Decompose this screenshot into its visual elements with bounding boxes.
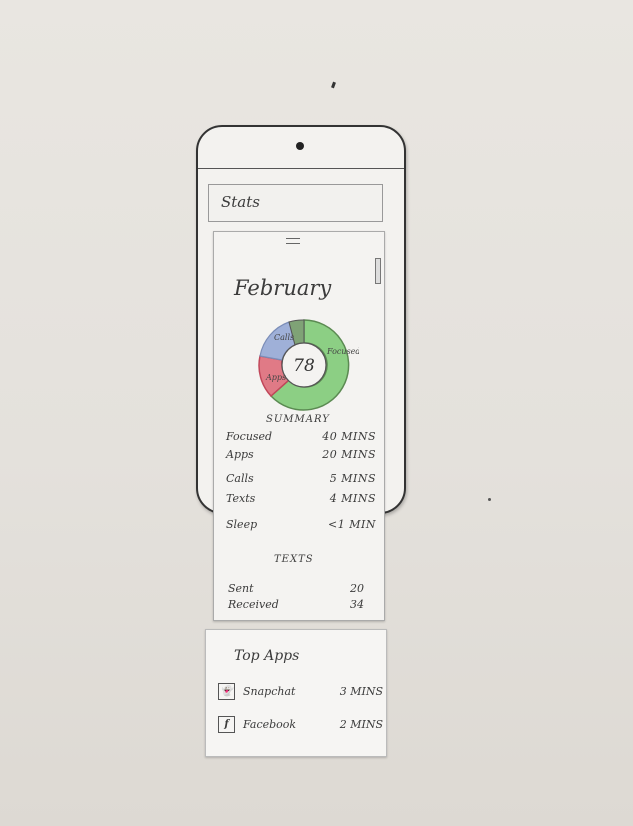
usage-donut-chart: 78 Calls Apps Focused bbox=[249, 310, 361, 420]
stats-header: Stats bbox=[208, 184, 383, 222]
top-apps-card[interactable]: Top Apps 👻 Snapchat 3 MINS f Facebook 2 … bbox=[205, 629, 387, 757]
summary-row-texts: Texts 4 MINS bbox=[226, 492, 376, 505]
app-row-snapchat[interactable]: 👻 Snapchat 3 MINS bbox=[218, 683, 383, 700]
summary-label: Apps bbox=[226, 448, 254, 461]
summary-label: Calls bbox=[226, 472, 254, 485]
summary-value: 20 MINS bbox=[322, 448, 376, 461]
score-label: 78 bbox=[293, 356, 315, 376]
scrollbar[interactable] bbox=[375, 258, 381, 284]
app-name: Facebook bbox=[243, 718, 297, 731]
facebook-icon: f bbox=[218, 716, 235, 733]
summary-title: SUMMARY bbox=[266, 414, 330, 425]
apps-label: Apps bbox=[265, 373, 286, 382]
summary-label: Texts bbox=[226, 492, 256, 505]
camera-icon bbox=[296, 142, 304, 150]
texts-row-received: Received 34 bbox=[228, 598, 364, 611]
texts-value: 20 bbox=[350, 582, 364, 595]
summary-row-sleep: Sleep <1 MIN bbox=[226, 518, 376, 531]
february-sheet[interactable]: February 78 Calls Apps Focused SUMMARY F… bbox=[213, 231, 385, 621]
summary-value: 40 MINS bbox=[322, 430, 376, 443]
calls-label: Calls bbox=[274, 333, 294, 342]
pencil-mark bbox=[331, 81, 336, 89]
summary-row-focused: Focused 40 MINS bbox=[226, 430, 376, 443]
pencil-dot bbox=[488, 498, 491, 501]
summary-value: 5 MINS bbox=[329, 472, 376, 485]
app-name: Snapchat bbox=[243, 685, 296, 698]
texts-title: TEXTS bbox=[274, 554, 314, 565]
top-apps-title: Top Apps bbox=[234, 648, 300, 664]
app-row-facebook[interactable]: f Facebook 2 MINS bbox=[218, 716, 383, 733]
texts-row-sent: Sent 20 bbox=[228, 582, 364, 595]
app-time: 2 MINS bbox=[339, 718, 383, 731]
texts-value: 34 bbox=[350, 598, 364, 611]
summary-label: Sleep bbox=[226, 518, 258, 531]
snapchat-icon: 👻 bbox=[218, 683, 235, 700]
summary-value: 4 MINS bbox=[329, 492, 376, 505]
focused-label: Focused bbox=[326, 347, 359, 356]
month-title: February bbox=[234, 276, 332, 300]
divider bbox=[198, 168, 404, 169]
summary-label: Focused bbox=[226, 430, 273, 443]
drag-handle-icon[interactable] bbox=[286, 238, 300, 244]
texts-label: Sent bbox=[228, 582, 254, 595]
texts-label: Received bbox=[228, 598, 279, 611]
page-title: Stats bbox=[221, 193, 260, 211]
summary-value: <1 MIN bbox=[328, 518, 376, 531]
summary-row-calls: Calls 5 MINS bbox=[226, 472, 376, 485]
summary-row-apps: Apps 20 MINS bbox=[226, 448, 376, 461]
app-time: 3 MINS bbox=[339, 685, 383, 698]
